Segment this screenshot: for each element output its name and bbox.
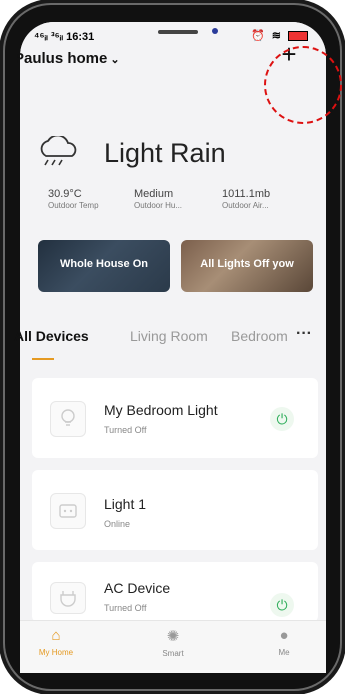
outdoor-humidity-value: Medium — [134, 188, 174, 200]
home-icon: ⌂ — [51, 627, 61, 644]
weather-condition: Light Rain — [104, 138, 226, 168]
status-icons: ⏰ ≋ — [251, 29, 308, 42]
highlight-circle — [264, 46, 342, 124]
device-name: Light 1 — [104, 496, 147, 512]
status-time: ⁴⁶ᵢₗ ³⁶ᵢₗ 16:31 — [34, 30, 94, 43]
tab-all-devices[interactable]: All Devices — [14, 328, 89, 344]
front-camera — [212, 28, 218, 34]
tab-bedroom[interactable]: Bedroom — [231, 328, 288, 344]
device-status: Turned Off — [104, 425, 147, 435]
tab-label: Me — [278, 648, 290, 657]
device-card-my-bedroom-light[interactable]: My Bedroom Light Turned Off ⏻ — [32, 378, 318, 458]
tab-smart[interactable]: ✺ Smart — [143, 627, 203, 658]
outdoor-temp-label: Outdoor Temp — [48, 201, 99, 210]
more-icon[interactable]: ··· — [296, 325, 312, 343]
rain-cloud-icon — [40, 136, 77, 166]
power-toggle-button[interactable]: ⏻ — [270, 407, 294, 431]
alarm-wifi-icon: ⏰ ≋ — [250, 30, 283, 42]
tab-my-home[interactable]: ⌂ My Home — [26, 627, 86, 657]
bulb-icon — [50, 401, 86, 437]
device-status: Turned Off — [104, 603, 147, 613]
outdoor-temp-value: 30.9°C — [48, 188, 82, 200]
chevron-down-icon: ⌄ — [110, 54, 120, 66]
sun-icon: ✺ — [166, 628, 180, 645]
outdoor-temp: 30.9°C Outdoor Temp — [48, 188, 99, 210]
switch-icon — [50, 493, 86, 529]
signal-indicator: ⁴⁶ᵢₗ ³⁶ᵢₗ — [34, 31, 64, 43]
clock-text: 16:31 — [66, 31, 95, 43]
bottom-tab-bar: ⌂ My Home ✺ Smart ● Me — [20, 620, 326, 673]
outdoor-air-value: 1011.1mb — [222, 188, 271, 200]
device-name: AC Device — [104, 580, 171, 596]
outdoor-humidity-label: Outdoor Hu... — [134, 201, 183, 210]
user-icon: ● — [279, 627, 289, 644]
tab-living-room[interactable]: Living Room — [130, 328, 208, 344]
scene-all-lights-off[interactable]: All Lights Off yow — [181, 240, 313, 292]
home-name: Paulus home — [14, 50, 108, 67]
device-card-ac-device[interactable]: AC Device Turned Off ⏻ — [32, 562, 318, 622]
scene-whole-house-on[interactable]: Whole House On — [38, 240, 170, 292]
outdoor-air: 1011.1mb Outdoor Air... — [222, 188, 270, 210]
device-card-light-1[interactable]: Light 1 Online — [32, 470, 318, 550]
tab-me[interactable]: ● Me — [254, 627, 314, 657]
device-name: My Bedroom Light — [104, 402, 218, 418]
plug-icon — [50, 582, 86, 614]
speaker-grille — [158, 30, 198, 34]
scene-label: All Lights Off yow — [200, 258, 294, 270]
power-toggle-button[interactable]: ⏻ — [270, 593, 294, 617]
tab-label: Smart — [162, 649, 184, 658]
tab-label: My Home — [38, 648, 74, 657]
active-tab-indicator — [32, 358, 54, 360]
outdoor-humidity: Medium Outdoor Hu... — [134, 188, 182, 210]
home-selector[interactable]: Paulus home ⌄ — [14, 50, 120, 67]
outdoor-air-label: Outdoor Air... — [222, 201, 269, 210]
scene-label: Whole House On — [60, 258, 148, 270]
room-tabs: All Devices Living Room Bedroom — [0, 328, 306, 358]
device-status: Online — [104, 519, 131, 529]
